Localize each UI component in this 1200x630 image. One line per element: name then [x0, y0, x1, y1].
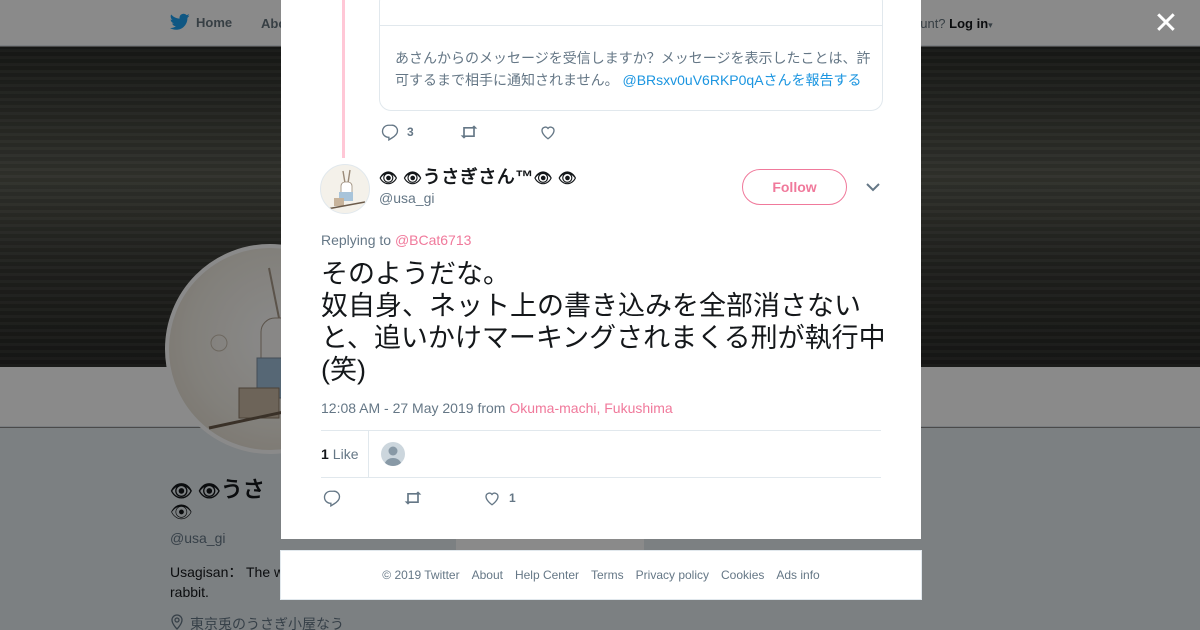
quote-divider: [380, 25, 882, 26]
heart-icon: [541, 126, 555, 140]
tweet-stats: 1 Like: [321, 430, 881, 478]
footer-link-about[interactable]: About: [472, 568, 503, 582]
liker-avatar[interactable]: [381, 442, 405, 466]
author-name[interactable]: 👁 👁うさぎさん™👁 👁: [379, 163, 578, 189]
author-avatar[interactable]: [320, 164, 370, 214]
reply-button[interactable]: [323, 489, 403, 507]
retweet-icon: [460, 125, 478, 139]
reply-count: 3: [407, 125, 414, 139]
author-handle[interactable]: @usa_gi: [379, 190, 434, 206]
replying-to-prefix: Replying to: [321, 232, 392, 248]
replying-to-user-link[interactable]: @BCat6713: [395, 232, 471, 248]
like-button[interactable]: 1: [483, 489, 516, 507]
quoted-tweet-card[interactable]: あさんからのメッセージを受信しますか？メッセージを表示したことは、許可するまで相…: [379, 0, 883, 111]
like-stat-label: Like: [332, 446, 359, 462]
report-user-link[interactable]: @BRsxv0uV6RKP0qAさんを報告する: [622, 72, 861, 88]
footer-link-terms[interactable]: Terms: [591, 568, 624, 582]
rabbit-avatar-illustration: [326, 169, 366, 210]
close-icon[interactable]: ✕: [1152, 9, 1180, 39]
previous-tweet-actions: 3: [381, 123, 565, 141]
from-label: from: [477, 400, 506, 416]
tweet-permalink-modal: あさんからのメッセージを受信しますか？メッセージを表示したことは、許可するまで相…: [281, 0, 921, 539]
author-name-text: うさぎさん™: [422, 167, 534, 187]
footer-link-help-center[interactable]: Help Center: [515, 568, 579, 582]
stats-divider: [368, 431, 369, 477]
retweet-button[interactable]: [459, 123, 539, 141]
replying-to-context: Replying to @BCat6713: [321, 232, 471, 248]
modal-footer: © 2019 Twitter About Help Center Terms P…: [280, 550, 922, 600]
tweet-actions: 1: [323, 489, 516, 507]
tweet-timestamp[interactable]: 12:08 AM - 27 May 2019: [321, 400, 474, 416]
copyright-text: © 2019 Twitter: [382, 568, 460, 582]
reply-icon: [381, 124, 399, 141]
reply-button[interactable]: 3: [381, 123, 459, 141]
footer-link-cookies[interactable]: Cookies: [721, 568, 764, 582]
footer-link-privacy-policy[interactable]: Privacy policy: [636, 568, 709, 582]
tweet-metadata: 12:08 AM - 27 May 2019 from Okuma-machi,…: [321, 400, 673, 416]
chevron-down-icon[interactable]: [864, 176, 882, 198]
like-stat-count: 1: [321, 446, 329, 462]
like-stat[interactable]: 1 Like: [321, 446, 358, 462]
like-button[interactable]: [539, 123, 565, 141]
tweet-location-link[interactable]: Okuma-machi, Fukushima: [509, 400, 672, 416]
retweet-icon: [404, 491, 422, 505]
follow-button[interactable]: Follow: [742, 169, 847, 205]
eye-emoji-icon: 👁 👁: [533, 170, 578, 187]
thread-connector-line: [342, 0, 345, 158]
tweet-text: そのようだな。 奴自身、ネット上の書き込みを全部消さないと、追いかけマーキングさ…: [321, 259, 886, 385]
like-count: 1: [509, 491, 516, 505]
eye-emoji-icon: 👁 👁: [379, 170, 423, 187]
footer-link-ads-info[interactable]: Ads info: [776, 568, 819, 582]
heart-icon: [485, 492, 499, 506]
default-user-icon: [384, 446, 402, 466]
reply-icon: [323, 490, 341, 507]
quoted-tweet-text: あさんからのメッセージを受信しますか？メッセージを表示したことは、許可するまで相…: [395, 47, 873, 91]
retweet-button[interactable]: [403, 489, 483, 507]
